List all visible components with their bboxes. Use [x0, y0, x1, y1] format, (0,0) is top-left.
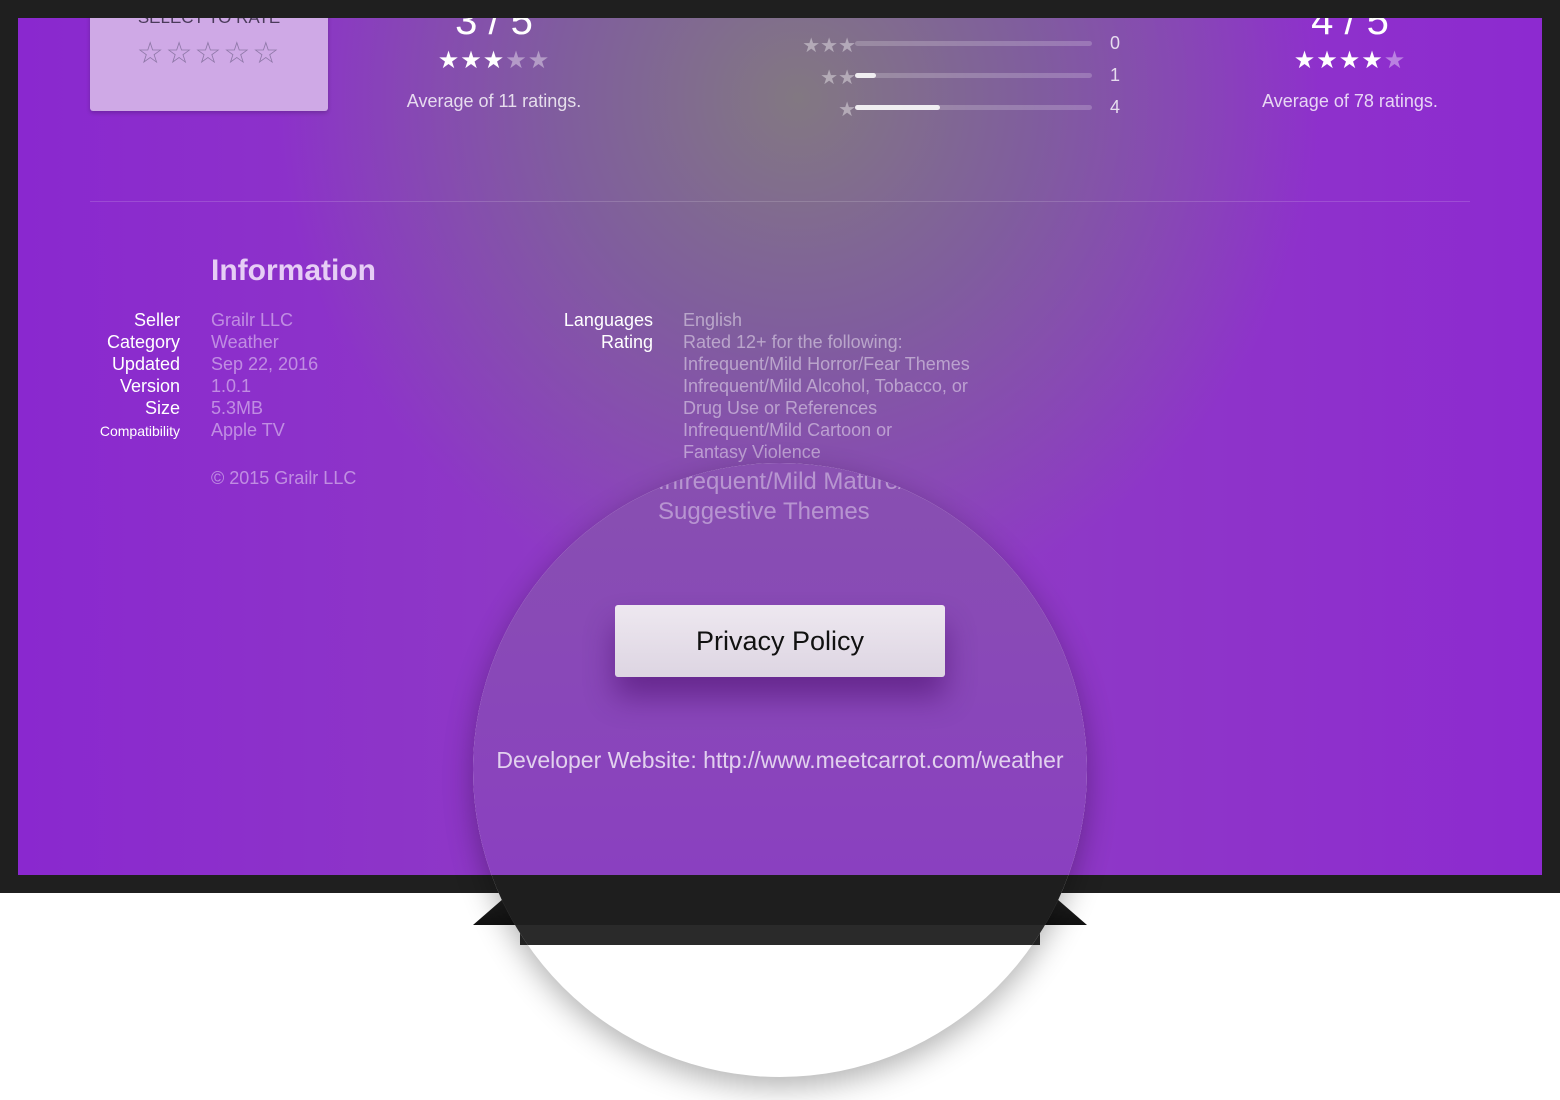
- current-average: Average of 11 ratings.: [406, 91, 582, 111]
- size-value: 5.3MB: [211, 398, 264, 418]
- current-score: 3 / 5: [455, 18, 533, 43]
- compatibility-value: Apple TV: [211, 420, 285, 440]
- rating-value: Rated 12+ for the following: Infrequent/M…: [683, 332, 970, 462]
- size-label: Size: [144, 398, 180, 418]
- developer-website-link[interactable]: Developer Website: http://www.meetcarrot…: [473, 747, 1087, 774]
- current-stars-icon: ★★★★★: [437, 47, 551, 74]
- languages-label: Languages: [563, 310, 653, 330]
- category-label: Category: [106, 332, 180, 352]
- rating-bar-3: ★★★ 0: [802, 33, 1121, 57]
- divider: [90, 201, 1470, 202]
- seller-label: Seller: [133, 310, 180, 330]
- all-average: Average of 78 ratings.: [1262, 91, 1438, 111]
- rating-bar-1: ★ 4: [838, 97, 1121, 121]
- copyright: © 2015 Grailr LLC: [211, 468, 357, 488]
- version-value: 1.0.1: [211, 376, 252, 396]
- updated-value: Sep 22, 2016: [211, 354, 319, 374]
- languages-value: English: [683, 310, 743, 330]
- all-score: 4 / 5: [1311, 18, 1389, 43]
- version-label: Version: [119, 376, 180, 396]
- magnified-rating-text: Infrequent/Mild Mature/Suggestive Themes: [658, 468, 905, 525]
- information-title: Information: [211, 254, 376, 287]
- all-stars-icon: ★★★★★: [1293, 47, 1407, 74]
- compatibility-label: Compatibility: [99, 423, 180, 439]
- privacy-policy-button[interactable]: Privacy Policy: [615, 605, 945, 677]
- rating-label: Rating: [600, 332, 653, 352]
- rating-bar-2: ★★ 1: [820, 65, 1121, 89]
- seller-value: Grailr LLC: [211, 310, 294, 330]
- category-value: Weather: [211, 332, 279, 352]
- magnifier: Infrequent/Mild Mature/Suggestive Themes…: [473, 463, 1087, 1077]
- empty-stars-icon: ☆☆☆☆☆: [136, 37, 282, 70]
- select-to-rate-button[interactable]: SELECT TO RATE ☆☆☆☆☆: [90, 18, 328, 111]
- rate-label: SELECT TO RATE: [90, 18, 328, 28]
- updated-label: Updated: [111, 354, 180, 374]
